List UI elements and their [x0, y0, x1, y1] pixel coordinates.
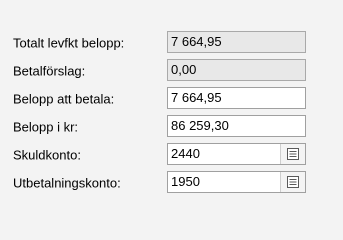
utbetalningskonto-value: 1950	[171, 174, 200, 189]
row-skuldkonto: Skuldkonto: 2440	[0, 143, 343, 167]
row-utbetalningskonto: Utbetalningskonto: 1950	[0, 171, 343, 195]
row-belopp-i-kr: Belopp i kr: 86 259,30	[0, 115, 343, 139]
betalforslag-field: 0,00	[167, 59, 306, 81]
row-totalt: Totalt levfkt belopp: 7 664,95	[0, 31, 343, 55]
skuldkonto-label: Skuldkonto:	[13, 147, 81, 163]
skuldkonto-lookup-button[interactable]	[280, 144, 305, 164]
betalforslag-label: Betalförslag:	[13, 63, 86, 79]
belopp-att-betala-input[interactable]: 7 664,95	[167, 87, 306, 109]
skuldkonto-input[interactable]: 2440	[167, 143, 306, 165]
row-belopp-att-betala: Belopp att betala: 7 664,95	[0, 87, 343, 111]
utbetalningskonto-label: Utbetalningskonto:	[13, 175, 121, 191]
payment-form-panel: Totalt levfkt belopp: 7 664,95 Betalförs…	[0, 0, 343, 216]
belopp-att-betala-label: Belopp att betala:	[13, 91, 115, 107]
list-icon	[287, 176, 299, 188]
row-betalforslag: Betalförslag: 0,00	[0, 59, 343, 83]
list-icon	[287, 148, 299, 160]
skuldkonto-value: 2440	[171, 146, 200, 161]
utbetalningskonto-input[interactable]: 1950	[167, 171, 306, 193]
totalt-field: 7 664,95	[167, 31, 306, 53]
totalt-label: Totalt levfkt belopp:	[13, 35, 125, 51]
belopp-i-kr-label: Belopp i kr:	[13, 119, 79, 135]
utbetalningskonto-lookup-button[interactable]	[280, 172, 305, 192]
belopp-i-kr-input[interactable]: 86 259,30	[167, 115, 306, 137]
